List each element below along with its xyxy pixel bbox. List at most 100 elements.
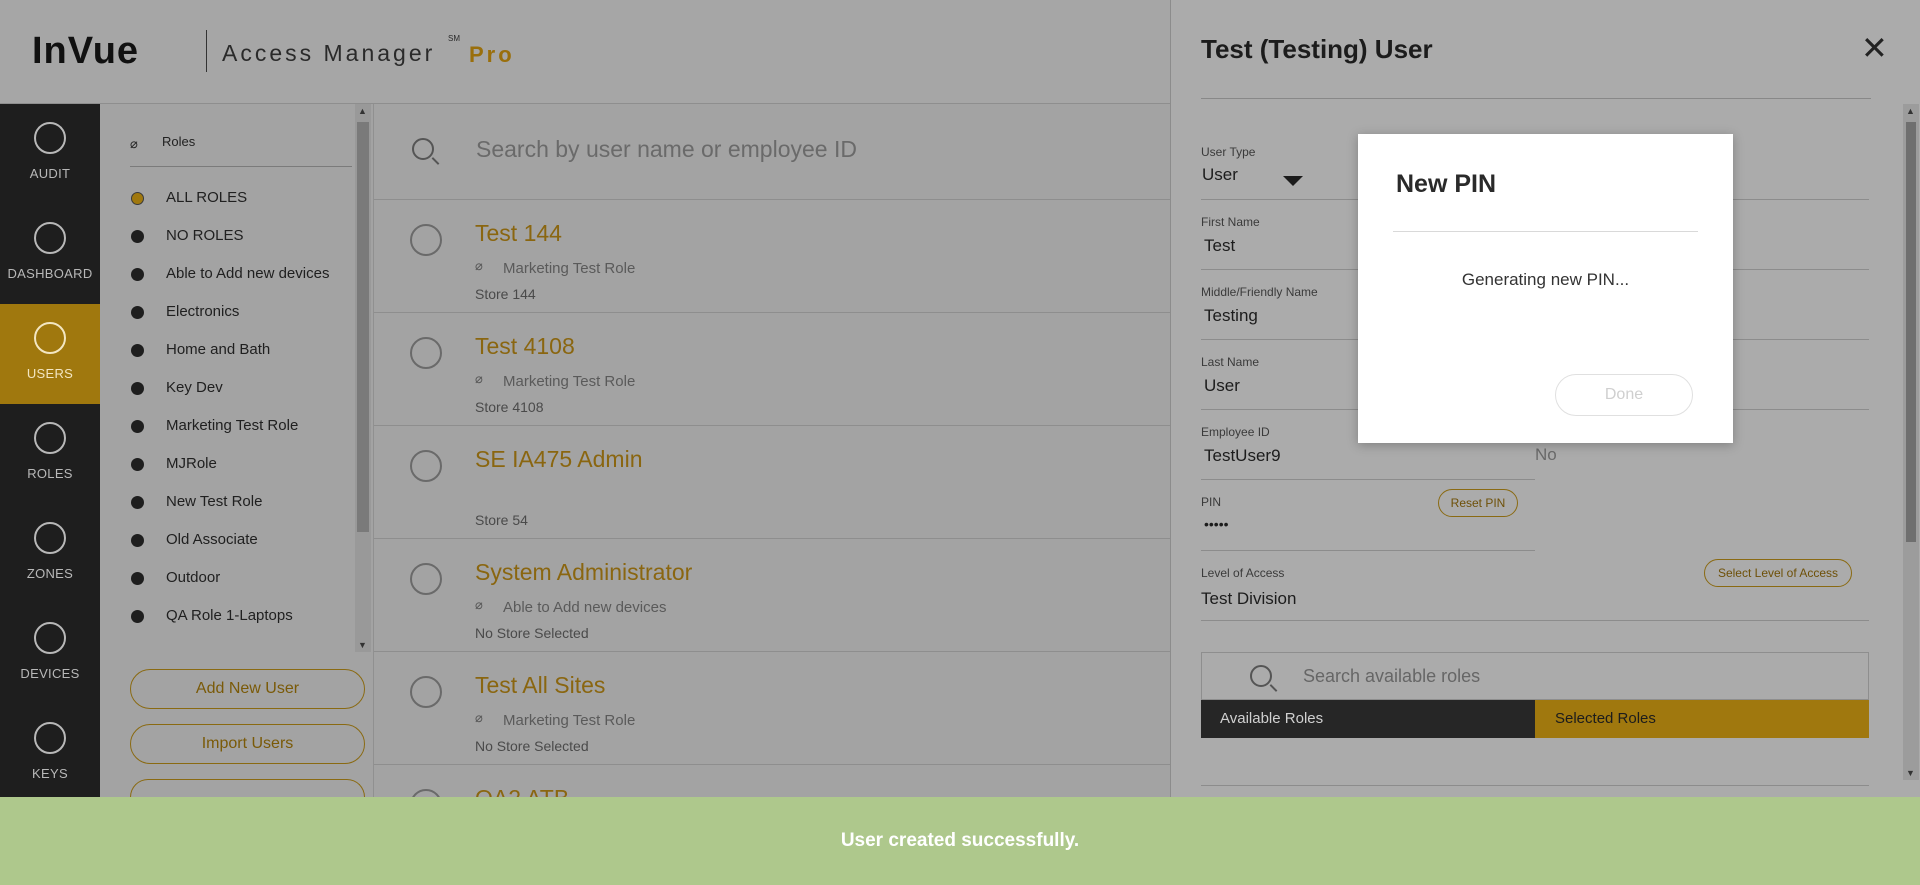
role-filter-label: New Test Role [166, 493, 263, 510]
roles-filter-panel: ⌀ Roles ALL ROLES NO ROLES Able to Add n… [100, 104, 373, 885]
role-filter-label: QA Role 1-Laptops [166, 607, 293, 624]
field-underline [1201, 550, 1535, 551]
zones-icon [34, 522, 66, 554]
scroll-thumb[interactable] [357, 122, 369, 532]
paperclip-icon: ⌀ [475, 371, 483, 386]
roles-scrollbar[interactable]: ▲ ▼ [355, 104, 371, 652]
nav-label: DASHBOARD [7, 266, 93, 281]
import-users-button[interactable]: Import Users [130, 724, 365, 764]
user-name: Test 144 [475, 220, 562, 246]
toast-message: User created successfully. [840, 830, 1080, 851]
logo-separator [206, 30, 207, 72]
middle-name-field[interactable]: Testing [1204, 306, 1258, 326]
user-store: No Store Selected [475, 625, 589, 641]
role-filter-label: Marketing Test Role [166, 417, 299, 434]
export-users-button[interactable] [130, 779, 365, 797]
nav-item-users[interactable]: USERS [0, 304, 100, 404]
role-filter-label: Key Dev [166, 379, 223, 396]
nav-item-dashboard[interactable]: DASHBOARD [0, 204, 100, 304]
nav-item-keys[interactable]: KEYS [0, 704, 100, 804]
nav-label: DEVICES [20, 666, 80, 681]
pin-field: ••••• [1204, 516, 1229, 532]
left-nav: AUDIT DASHBOARD USERS ROLES ZONES DEVICE… [0, 104, 100, 885]
user-role: Marketing Test Role [503, 373, 636, 390]
search-icon [1250, 665, 1272, 687]
scroll-up-icon[interactable]: ▲ [1906, 106, 1915, 116]
close-icon[interactable]: ✕ [1861, 32, 1888, 64]
detail-divider [1201, 98, 1871, 99]
select-level-of-access-button[interactable]: Select Level of Access [1704, 559, 1852, 587]
dot-icon [131, 610, 144, 623]
pro-label: Pro [469, 42, 515, 67]
user-name: Test 4108 [475, 333, 575, 359]
dot-icon [131, 458, 144, 471]
devices-icon [34, 622, 66, 654]
tab-selected-roles[interactable]: Selected Roles [1535, 700, 1869, 738]
nav-label: USERS [26, 366, 74, 381]
user-list-item[interactable]: SE IA475 Admin Store 54 [374, 426, 1171, 539]
nav-item-roles[interactable]: ROLES [0, 404, 100, 504]
nav-item-audit[interactable]: AUDIT [0, 104, 100, 204]
dot-icon [131, 344, 144, 357]
success-toast: User created successfully. [0, 797, 1920, 885]
user-store: Store 4108 [475, 399, 544, 415]
field-underline [1201, 620, 1869, 621]
dashboard-icon [34, 222, 66, 254]
avatar-icon [410, 337, 442, 369]
admin-avatar-icon [410, 563, 442, 595]
roles-header: Roles [162, 134, 196, 149]
last-name-label: Last Name [1201, 355, 1260, 369]
detail-scrollbar[interactable]: ▲ ▼ [1903, 104, 1919, 780]
user-list-item[interactable]: System Administrator ⌀ Able to Add new d… [374, 539, 1171, 652]
scroll-down-icon[interactable]: ▼ [1906, 768, 1915, 778]
paperclip-icon: ⌀ [130, 136, 138, 151]
pin-label: PIN [1201, 495, 1222, 509]
dot-icon [131, 268, 144, 281]
role-filter-label: MJRole [166, 455, 217, 472]
user-list-area: Search by user name or employee ID Test … [373, 104, 1171, 885]
roles-search-input[interactable]: Search available roles [1303, 666, 1480, 687]
role-filter-label: ALL ROLES [166, 189, 248, 206]
reset-pin-button[interactable]: Reset PIN [1438, 489, 1518, 517]
service-mark: SM [448, 34, 460, 43]
done-button[interactable]: Done [1555, 374, 1693, 416]
dot-icon [131, 534, 144, 547]
roles-divider [130, 166, 352, 167]
user-search-bar[interactable]: Search by user name or employee ID [374, 104, 1171, 200]
nav-item-devices[interactable]: DEVICES [0, 604, 100, 704]
first-name-label: First Name [1201, 215, 1260, 229]
first-name-field[interactable]: Test [1204, 236, 1235, 256]
nav-item-zones[interactable]: ZONES [0, 504, 100, 604]
avatar-icon [410, 224, 442, 256]
paperclip-icon: ⌀ [475, 258, 483, 273]
last-name-field[interactable]: User [1204, 376, 1240, 396]
paperclip-icon: ⌀ [475, 597, 483, 612]
paperclip-icon: ⌀ [475, 710, 483, 725]
user-list-item[interactable]: Test All Sites ⌀ Marketing Test Role No … [374, 652, 1171, 765]
invue-logo: InVue [32, 30, 140, 72]
admin-avatar-icon [410, 450, 442, 482]
tab-available-roles[interactable]: Available Roles [1201, 700, 1535, 738]
modal-message: Generating new PIN... [1461, 270, 1630, 289]
level-of-access-value: Test Division [1201, 589, 1297, 608]
user-list-item[interactable]: Test 144 ⌀ Marketing Test Role Store 144 [374, 200, 1171, 313]
roles-search-bar[interactable]: Search available roles [1201, 652, 1869, 700]
chevron-down-icon[interactable] [1283, 176, 1303, 186]
avatar-icon [410, 676, 442, 708]
role-filter-label: Home and Bath [166, 341, 271, 358]
scroll-thumb[interactable] [1906, 122, 1916, 542]
scroll-down-icon[interactable]: ▼ [358, 640, 367, 650]
user-list-item[interactable]: Test 4108 ⌀ Marketing Test Role Store 41… [374, 313, 1171, 426]
user-type-select[interactable]: User [1202, 165, 1238, 185]
top-bar: InVue Access Manager SM Pro [0, 0, 1170, 104]
add-new-user-button[interactable]: Add New User [130, 669, 365, 709]
user-search-input[interactable]: Search by user name or employee ID [476, 136, 857, 163]
dot-icon [131, 420, 144, 433]
nav-label: ROLES [27, 466, 73, 481]
app-name: Access Manager [222, 40, 436, 66]
scroll-up-icon[interactable]: ▲ [358, 106, 367, 116]
employee-id-field[interactable]: TestUser9 [1204, 446, 1281, 466]
role-filter-label: Outdoor [166, 569, 221, 586]
user-store: Store 144 [475, 286, 536, 302]
user-store: Store 54 [475, 512, 528, 528]
